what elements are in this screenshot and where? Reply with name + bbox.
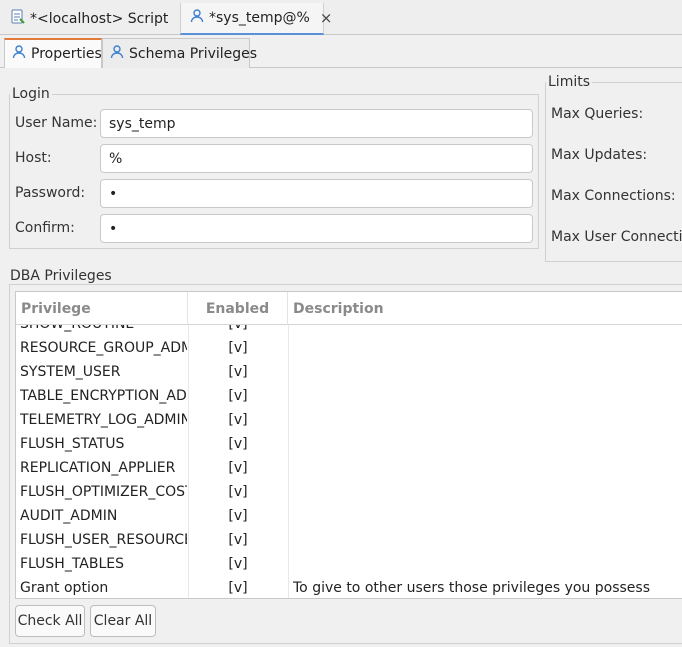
description-cell (293, 552, 682, 576)
enabled-checkbox[interactable]: [v] (188, 456, 288, 480)
user-icon (109, 44, 125, 64)
host-label: Host: (15, 150, 52, 166)
tab-script[interactable]: *<localhost> Script (2, 3, 176, 35)
table-row[interactable]: TABLE_ENCRYPTION_ADMIN[v] (16, 384, 682, 408)
user-icon (189, 8, 205, 28)
enabled-checkbox[interactable]: [v] (188, 336, 288, 360)
description-cell (293, 528, 682, 552)
privilege-cell: AUDIT_ADMIN (20, 508, 118, 524)
privilege-cell: SYSTEM_USER (20, 364, 121, 380)
description-cell (293, 456, 682, 480)
user-name-label: User Name: (15, 115, 98, 131)
enabled-checkbox[interactable]: [v] (188, 480, 288, 504)
password-field[interactable]: • (100, 179, 533, 208)
description-cell (293, 504, 682, 528)
column-header-description[interactable]: Description (288, 292, 682, 325)
enabled-checkbox[interactable]: [v] (188, 528, 288, 552)
sub-tab-bar: Properties Schema Privileges (0, 36, 682, 68)
column-header-enabled[interactable]: Enabled (188, 292, 288, 325)
tab-properties[interactable]: Properties (4, 38, 102, 68)
privileges-table-header: Privilege Enabled Description (16, 292, 682, 325)
table-row[interactable]: RESOURCE_GROUP_ADMIN[v] (16, 336, 682, 360)
privilege-cell: TELEMETRY_LOG_ADMIN (20, 412, 187, 428)
privileges-table: SHOW_ROUTINE[v]RESOURCE_GROUP_ADMIN[v]SY… (15, 291, 682, 599)
privilege-cell: FLUSH_OPTIMIZER_COSTS (20, 484, 187, 500)
host-field[interactable]: % (100, 144, 533, 173)
tab-user-editor[interactable]: *sys_temp@% × (180, 3, 332, 35)
tab-schema-privileges[interactable]: Schema Privileges (102, 38, 257, 68)
tab-user-label: *sys_temp@% (209, 10, 310, 26)
description-cell: To give to other users those privileges … (293, 580, 650, 596)
tab-schema-label: Schema Privileges (129, 45, 258, 62)
description-cell (293, 336, 682, 360)
description-cell (293, 480, 682, 504)
table-row[interactable]: TELEMETRY_LOG_ADMIN [v] (16, 408, 682, 432)
enabled-checkbox[interactable]: [v] (188, 576, 288, 598)
privilege-cell: FLUSH_STATUS (20, 436, 125, 452)
privilege-cell: Grant option (20, 580, 109, 596)
privilege-cell: FLUSH_TABLES (20, 556, 124, 572)
description-cell (293, 408, 682, 432)
table-row[interactable]: REPLICATION_APPLIER [v] (16, 456, 682, 480)
privilege-cell: REPLICATION_APPLIER (20, 460, 176, 476)
table-row[interactable]: FLUSH_TABLES [v] (16, 552, 682, 576)
table-row[interactable]: SYSTEM_USER [v] (16, 360, 682, 384)
close-icon[interactable]: × (320, 9, 333, 27)
enabled-checkbox[interactable]: [v] (188, 552, 288, 576)
description-cell (293, 360, 682, 384)
privilege-cell: FLUSH_USER_RESOURCES (20, 532, 187, 548)
table-row[interactable]: FLUSH_OPTIMIZER_COSTS [v] (16, 480, 682, 504)
confirm-label: Confirm: (15, 220, 75, 236)
max-connections-label: Max Connections: (551, 188, 676, 204)
confirm-field[interactable]: • (100, 214, 533, 243)
clear-all-button[interactable]: Clear All (90, 605, 156, 637)
privilege-cell: RESOURCE_GROUP_ADMIN (20, 340, 187, 356)
table-row[interactable]: FLUSH_USER_RESOURCES [v] (16, 528, 682, 552)
check-all-button[interactable]: Check All (15, 605, 85, 637)
enabled-checkbox[interactable]: [v] (188, 384, 288, 408)
enabled-checkbox[interactable]: [v] (188, 432, 288, 456)
column-divider (288, 325, 289, 598)
dba-privileges-legend: DBA Privileges (10, 268, 115, 284)
column-divider (188, 325, 189, 598)
table-row[interactable]: FLUSH_STATUS [v] (16, 432, 682, 456)
max-queries-label: Max Queries: (551, 106, 644, 122)
editor-tab-bar: *<localhost> Script *sys_temp@% × (0, 0, 682, 35)
user-name-field[interactable]: sys_temp (100, 109, 533, 138)
enabled-checkbox[interactable]: [v] (188, 408, 288, 432)
login-legend: Login (12, 86, 50, 102)
description-cell (293, 432, 682, 456)
limits-legend: Limits (548, 74, 590, 90)
tab-properties-label: Properties (31, 46, 102, 62)
enabled-checkbox[interactable]: [v] (188, 360, 288, 384)
description-cell (293, 384, 682, 408)
user-icon (11, 44, 27, 64)
privilege-cell: TABLE_ENCRYPTION_ADMIN (20, 388, 187, 404)
table-row[interactable]: Grant option [v] To give to other users th… (16, 576, 682, 598)
tab-script-label: *<localhost> Script (30, 11, 169, 27)
max-updates-label: Max Updates: (551, 147, 648, 163)
privileges-table-body: SHOW_ROUTINE[v]RESOURCE_GROUP_ADMIN[v]SY… (16, 320, 682, 598)
password-label: Password: (15, 185, 86, 201)
script-icon (10, 9, 26, 29)
table-row[interactable]: AUDIT_ADMIN [v] (16, 504, 682, 528)
enabled-checkbox[interactable]: [v] (188, 504, 288, 528)
column-header-privilege[interactable]: Privilege (16, 292, 188, 325)
max-user-connections-label: Max User Connectio (551, 229, 682, 245)
